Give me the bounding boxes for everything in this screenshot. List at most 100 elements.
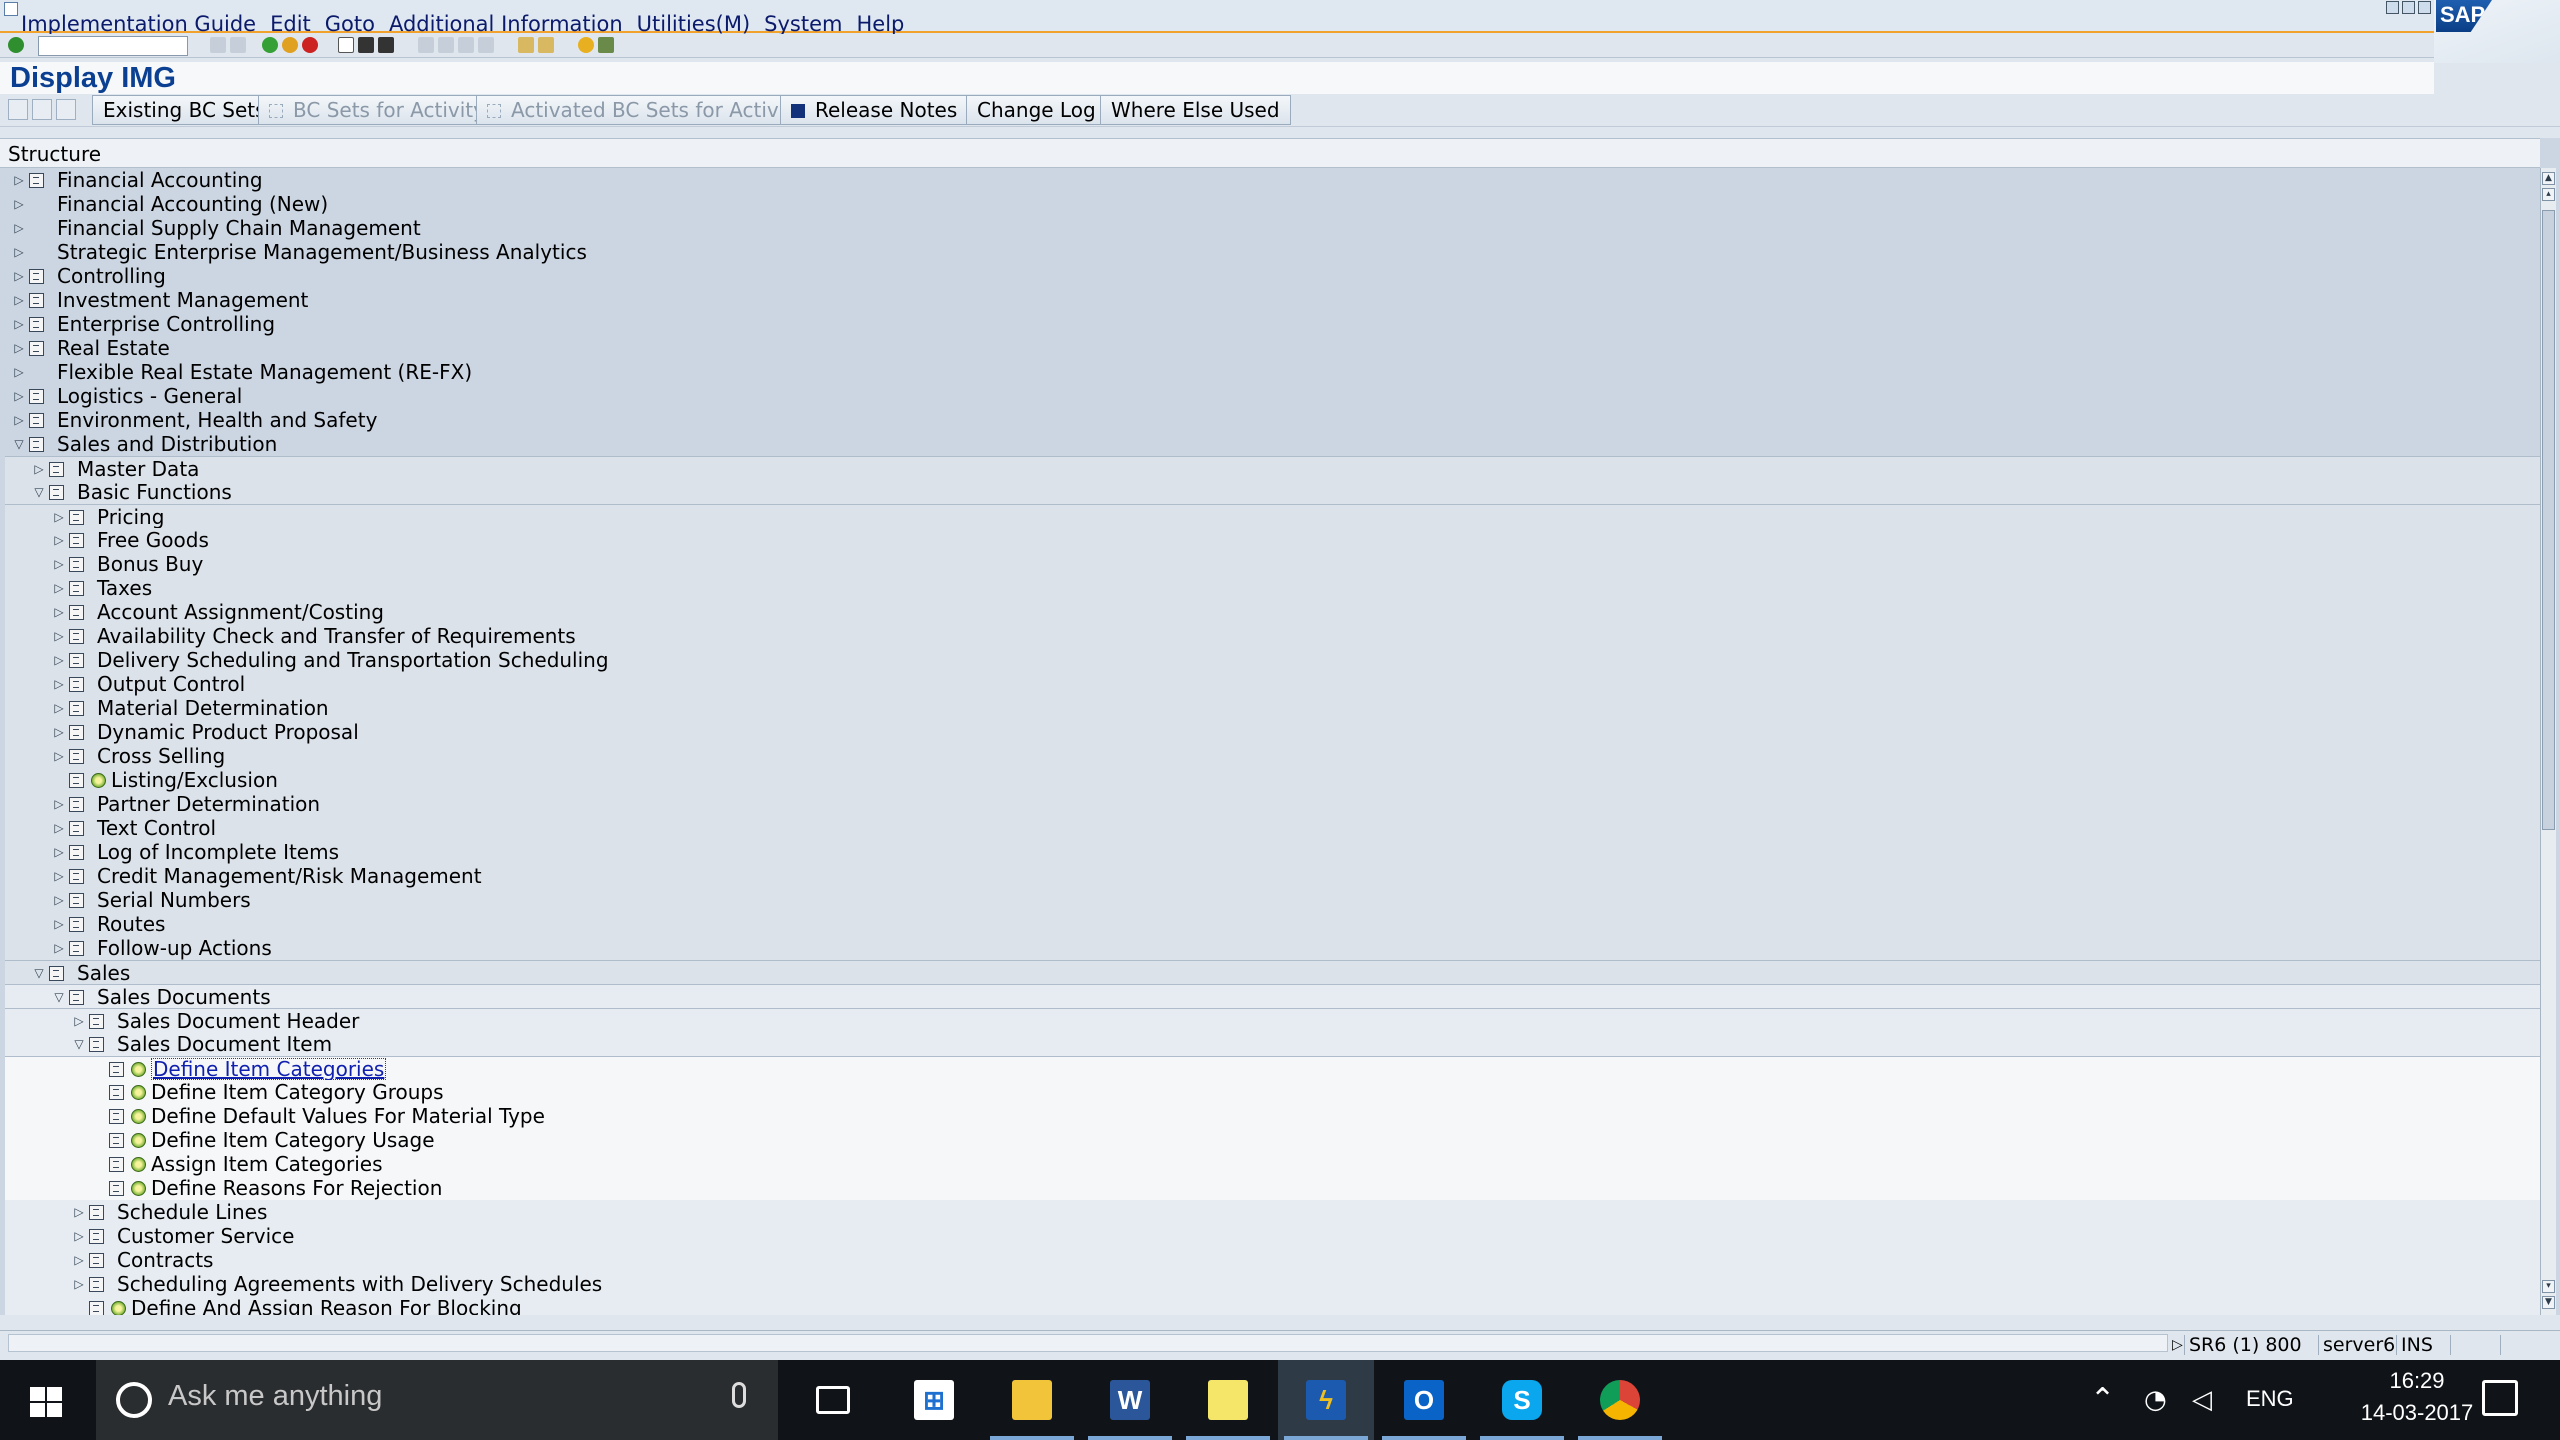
store-button[interactable]: ⊞ <box>886 1360 982 1440</box>
expand-node-icon[interactable]: ▷ <box>53 864 65 888</box>
tree-node[interactable]: ▷ Financial Accounting (New) <box>5 192 2540 216</box>
documentation-icon[interactable] <box>69 749 84 764</box>
file-explorer-button[interactable] <box>984 1360 1080 1440</box>
start-button[interactable] <box>0 1360 96 1440</box>
tree-node[interactable]: ▷ Controlling <box>5 264 2540 288</box>
documentation-icon[interactable] <box>69 773 84 788</box>
documentation-icon[interactable] <box>69 557 84 572</box>
tree-node[interactable]: ▷ Schedule Lines <box>5 1200 2540 1224</box>
tree-node[interactable]: ▷ Flexible Real Estate Management (RE-FX) <box>5 360 2540 384</box>
tree-node-label[interactable]: Pricing <box>97 505 164 529</box>
documentation-icon[interactable] <box>49 966 64 981</box>
documentation-icon[interactable] <box>69 941 84 956</box>
collapse-node-icon[interactable]: ▽ <box>13 432 25 456</box>
find-next-icon[interactable] <box>378 37 394 53</box>
previous-page-icon[interactable] <box>438 37 454 53</box>
expand-node-icon[interactable]: ▷ <box>53 648 65 672</box>
tree-node[interactable]: ▷ Log of Incomplete Items <box>5 840 2540 864</box>
create-session-icon[interactable] <box>518 37 534 53</box>
expand-node-icon[interactable]: ▷ <box>53 624 65 648</box>
menu-utilities[interactable]: Utilities(M) <box>637 12 751 36</box>
documentation-icon[interactable] <box>69 701 84 716</box>
scroll-up-icon[interactable]: ▴ <box>2542 188 2555 201</box>
find-in-tree-icon[interactable] <box>56 99 76 120</box>
documentation-icon[interactable] <box>109 1133 124 1148</box>
status-lock-icon[interactable] <box>2500 1335 2530 1355</box>
back-arrow-icon[interactable] <box>210 37 226 53</box>
tree-node[interactable]: ▷ Customer Service <box>5 1224 2540 1248</box>
tree-node-label[interactable]: Delivery Scheduling and Transportation S… <box>97 648 609 672</box>
tree-node-label[interactable]: Financial Supply Chain Management <box>57 216 421 240</box>
documentation-icon[interactable] <box>69 510 84 525</box>
tree-node-label[interactable]: Basic Functions <box>77 480 232 504</box>
tree-node-label[interactable]: Assign Item Categories <box>151 1152 383 1176</box>
expand-node-icon[interactable]: ▷ <box>53 672 65 696</box>
tree-node-label[interactable]: Customer Service <box>117 1224 294 1248</box>
documentation-icon[interactable] <box>29 317 44 332</box>
layout-menu-icon[interactable] <box>598 37 614 53</box>
expand-node-icon[interactable]: ▷ <box>53 552 65 576</box>
documentation-icon[interactable] <box>69 725 84 740</box>
documentation-icon[interactable] <box>69 533 84 548</box>
expand-node-icon[interactable]: ▷ <box>53 576 65 600</box>
tree-node[interactable]: ▷ Material Determination <box>5 696 2540 720</box>
app-menu-icon[interactable] <box>4 2 18 16</box>
expand-node-icon[interactable]: ▷ <box>53 936 65 960</box>
tree-node[interactable]: ▷ Dynamic Product Proposal <box>5 720 2540 744</box>
first-page-icon[interactable] <box>418 37 434 53</box>
language-indicator[interactable]: ENG <box>2246 1386 2294 1412</box>
collapse-node-icon[interactable]: ▽ <box>53 985 65 1009</box>
tree-node[interactable]: ▷ Pricing <box>5 504 2540 529</box>
tree-node[interactable]: ▷ Routes <box>5 912 2540 936</box>
find-icon[interactable] <box>358 37 374 53</box>
tree-node-label[interactable]: Financial Accounting <box>57 168 263 192</box>
tree-scrollbar[interactable]: ▲ ▴ ▾ ▼ <box>2540 168 2556 1315</box>
show-hidden-icons-icon[interactable]: ⌃ <box>2090 1384 2115 1416</box>
microphone-icon[interactable] <box>732 1382 746 1408</box>
menu-system[interactable]: System <box>764 12 842 36</box>
execute-activity-icon[interactable] <box>91 773 106 788</box>
command-field[interactable] <box>38 36 188 56</box>
enter-icon[interactable] <box>8 37 24 53</box>
menu-help[interactable]: Help <box>856 12 904 36</box>
shortcut-icon[interactable] <box>538 37 554 53</box>
documentation-icon[interactable] <box>89 1301 104 1315</box>
exit-icon[interactable] <box>282 37 298 53</box>
expand-node-icon[interactable]: ▷ <box>13 312 25 336</box>
tree-node-label[interactable]: Schedule Lines <box>117 1200 267 1224</box>
tree-node[interactable]: ▷ Cross Selling <box>5 744 2540 768</box>
scroll-bottom-icon[interactable]: ▼ <box>2542 1296 2555 1309</box>
action-center-icon[interactable] <box>2482 1380 2518 1416</box>
tree-node-label[interactable]: Follow-up Actions <box>97 936 272 960</box>
documentation-icon[interactable] <box>89 1277 104 1292</box>
cancel-icon[interactable] <box>302 37 318 53</box>
tree-node[interactable]: ▽ Sales Document Item <box>5 1032 2540 1056</box>
volume-icon[interactable]: ◁ <box>2192 1384 2212 1416</box>
tree-node-label[interactable]: Controlling <box>57 264 166 288</box>
tree-node-label[interactable]: Serial Numbers <box>97 888 251 912</box>
documentation-icon[interactable] <box>69 869 84 884</box>
expand-node-icon[interactable]: ▷ <box>73 1248 85 1272</box>
tree-node-label[interactable]: Sales and Distribution <box>57 432 277 456</box>
tree-node-label[interactable]: Define Item Category Groups <box>151 1080 444 1104</box>
menu-edit[interactable]: Edit <box>270 12 311 36</box>
tree-node[interactable]: Define Default Values For Material Type <box>5 1104 2540 1128</box>
documentation-icon[interactable] <box>69 917 84 932</box>
tree-node[interactable]: ▷ Master Data <box>5 456 2540 481</box>
tree-node-label[interactable]: Define Item Categories <box>151 1058 387 1080</box>
sticky-notes-button[interactable] <box>1180 1360 1276 1440</box>
documentation-icon[interactable] <box>109 1109 124 1124</box>
tree-node[interactable]: ▷ Contracts <box>5 1248 2540 1272</box>
documentation-icon[interactable] <box>29 269 44 284</box>
tree-node[interactable]: ▷ Financial Supply Chain Management <box>5 216 2540 240</box>
tree-node-label[interactable]: Taxes <box>97 576 152 600</box>
documentation-icon[interactable] <box>89 1205 104 1220</box>
execute-activity-icon[interactable] <box>131 1181 146 1196</box>
documentation-icon[interactable] <box>69 653 84 668</box>
expand-node-icon[interactable]: ▷ <box>13 408 25 432</box>
tree-node-label[interactable]: Define Item Category Usage <box>151 1128 435 1152</box>
tree-node[interactable]: ▷ Partner Determination <box>5 792 2540 816</box>
tree-node-label[interactable]: Sales Document Header <box>117 1009 359 1033</box>
tree-node[interactable]: Define And Assign Reason For Blocking <box>5 1296 2540 1315</box>
activated-bc-sets-button[interactable]: Activated BC Sets for Activity <box>476 95 815 125</box>
